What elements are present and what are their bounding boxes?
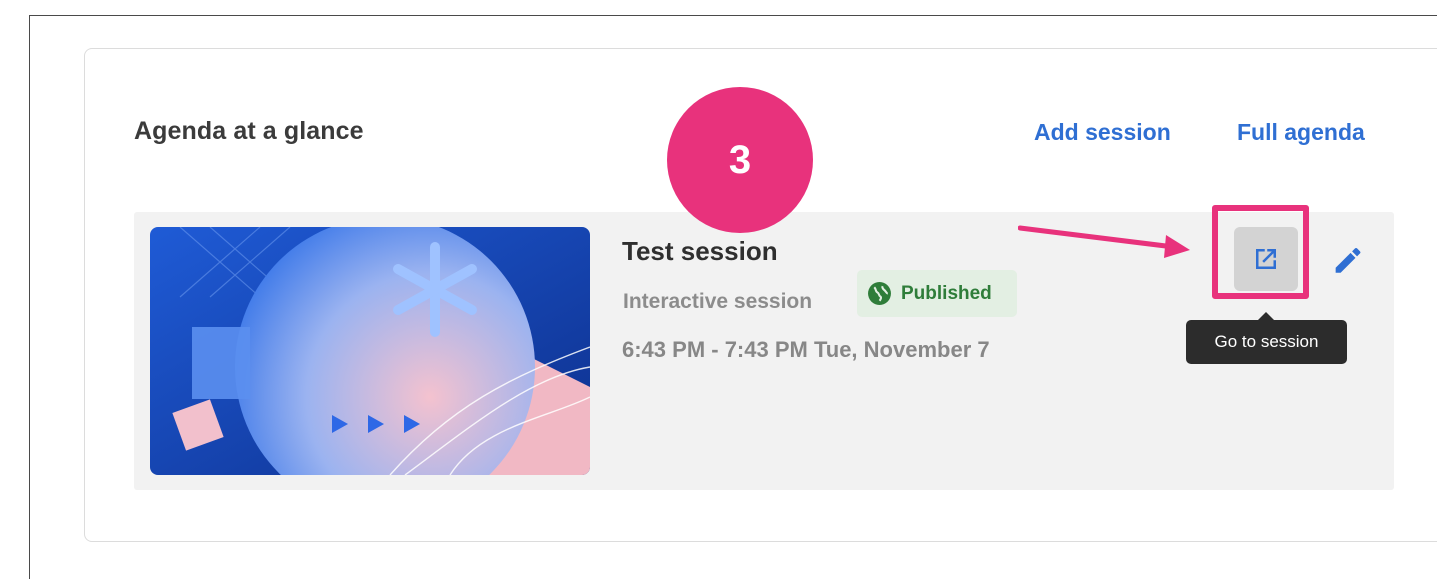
- screenshot-border-top: [29, 15, 1437, 16]
- add-session-link[interactable]: Add session: [1034, 119, 1171, 146]
- pencil-icon[interactable]: [1330, 243, 1364, 277]
- session-type: Interactive session: [623, 290, 813, 313]
- status-badge-label: Published: [901, 282, 992, 304]
- status-badge: Published: [857, 270, 1017, 317]
- session-time: 6:43 PM - 7:43 PM Tue, November 7: [622, 337, 990, 362]
- globe-icon: [868, 282, 891, 305]
- session-thumbnail: [150, 227, 590, 475]
- step-number-badge: 3: [667, 87, 813, 233]
- highlight-box: [1212, 205, 1309, 299]
- annotation-arrow: [1018, 225, 1190, 258]
- screenshot-border-left: [29, 15, 30, 579]
- full-agenda-link[interactable]: Full agenda: [1237, 119, 1365, 146]
- tooltip: Go to session: [1186, 320, 1347, 364]
- agenda-title: Agenda at a glance: [134, 117, 364, 145]
- session-title[interactable]: Test session: [622, 236, 778, 267]
